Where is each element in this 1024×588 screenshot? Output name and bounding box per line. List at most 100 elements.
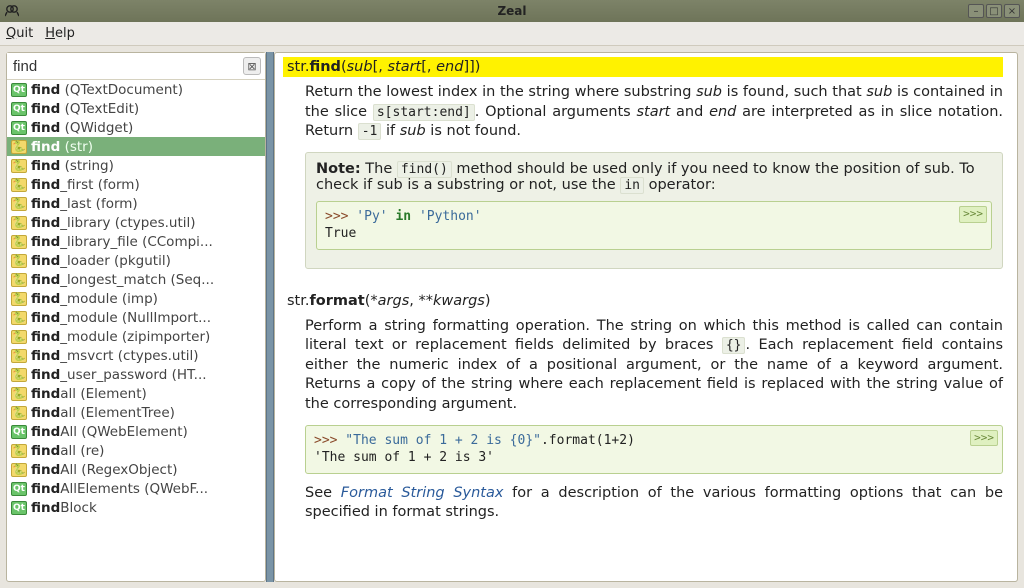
- python-icon: 🐍: [11, 330, 27, 344]
- signature-format: str.format(*args, **kwargs): [283, 291, 1003, 311]
- window-controls: – □ ×: [968, 4, 1020, 18]
- collapse-chevron[interactable]: >>>: [959, 206, 987, 223]
- window-title: Zeal: [0, 4, 1024, 18]
- code-slice: s[start:end]: [373, 104, 475, 121]
- python-icon: 🐍: [11, 463, 27, 477]
- result-item[interactable]: 🐍 find_module (NullImport...: [7, 308, 265, 327]
- app-body: ⊠ Qtfind (QTextDocument)Qtfind (QTextEdi…: [0, 46, 1024, 588]
- result-item[interactable]: 🐍 findAll (RegexObject): [7, 460, 265, 479]
- python-icon: 🐍: [11, 140, 27, 154]
- results-list: Qtfind (QTextDocument)Qtfind (QTextEdit)…: [7, 80, 265, 581]
- result-item[interactable]: 🐍 find (string): [7, 156, 265, 175]
- result-label: find (QWidget): [31, 120, 133, 136]
- result-item[interactable]: 🐍 find_msvcrt (ctypes.util): [7, 346, 265, 365]
- result-label: findAll (QWebElement): [31, 424, 188, 440]
- result-label: find_loader (pkgutil): [31, 253, 171, 269]
- result-label: findall (Element): [31, 386, 147, 402]
- code-neg1: -1: [358, 123, 382, 140]
- python-icon: 🐍: [11, 292, 27, 306]
- format-syntax-link[interactable]: Format String Syntax: [341, 485, 504, 501]
- qt-icon: Qt: [11, 102, 27, 116]
- result-item[interactable]: 🐍 find_longest_match (Seq...: [7, 270, 265, 289]
- result-label: find_module (NullImport...: [31, 310, 211, 326]
- result-label: find_last (form): [31, 196, 138, 212]
- result-item[interactable]: 🐍findall (re): [7, 441, 265, 460]
- app-icon: [4, 3, 20, 19]
- see-also: See Format String Syntax for a descripti…: [305, 484, 1003, 523]
- qt-icon: Qt: [11, 425, 27, 439]
- python-icon: 🐍: [11, 387, 27, 401]
- result-label: find_first (form): [31, 177, 140, 193]
- doc-panel: str.find(sub[, start[, end]]) Return the…: [274, 52, 1018, 582]
- search-input[interactable]: [7, 53, 265, 79]
- result-item[interactable]: 🐍 find_first (form): [7, 175, 265, 194]
- python-icon: 🐍: [11, 178, 27, 192]
- python-icon: 🐍: [11, 216, 27, 230]
- minimize-button[interactable]: –: [968, 4, 984, 18]
- python-icon: 🐍: [11, 311, 27, 325]
- splitter[interactable]: [266, 52, 274, 582]
- result-label: find_library_file (CCompi...: [31, 234, 213, 250]
- python-icon: 🐍: [11, 159, 27, 173]
- clear-search-icon[interactable]: ⊠: [243, 57, 261, 75]
- result-item[interactable]: Qt findBlock: [7, 498, 265, 517]
- result-label: findAllElements (QWebF...: [31, 481, 208, 497]
- result-item[interactable]: 🐍find_library (ctypes.util): [7, 213, 265, 232]
- result-label: findAll (RegexObject): [31, 462, 178, 478]
- result-label: find_module (zipimporter): [31, 329, 210, 345]
- qt-icon: Qt: [11, 121, 27, 135]
- result-label: find_user_password (HT...: [31, 367, 207, 383]
- code-example-2: >>>>>> "The sum of 1 + 2 is {0}".format(…: [305, 425, 1003, 474]
- note-label: Note:: [316, 161, 361, 177]
- result-label: find_module (imp): [31, 291, 158, 307]
- code-example-1: >>>>>> 'Py' in 'Python' True: [316, 201, 992, 250]
- maximize-button[interactable]: □: [986, 4, 1002, 18]
- result-label: find (QTextDocument): [31, 82, 183, 98]
- python-icon: 🐍: [11, 235, 27, 249]
- result-item[interactable]: 🐍 find_loader (pkgutil): [7, 251, 265, 270]
- result-label: findBlock: [31, 500, 97, 516]
- result-item[interactable]: 🐍 find_library_file (CCompi...: [7, 232, 265, 251]
- result-item[interactable]: Qt find (QTextEdit): [7, 99, 265, 118]
- qt-icon: Qt: [11, 501, 27, 515]
- desc-format: Perform a string formatting operation. T…: [305, 317, 1003, 415]
- menubar: Quit Help: [0, 22, 1024, 46]
- menu-help[interactable]: Help: [45, 26, 75, 41]
- result-label: find (str): [31, 139, 93, 155]
- close-button[interactable]: ×: [1004, 4, 1020, 18]
- result-label: find (QTextEdit): [31, 101, 139, 117]
- titlebar[interactable]: Zeal – □ ×: [0, 0, 1024, 22]
- result-item[interactable]: 🐍 find_user_password (HT...: [7, 365, 265, 384]
- result-item[interactable]: 🐍findall (ElementTree): [7, 403, 265, 422]
- result-item[interactable]: 🐍 find_module (imp): [7, 289, 265, 308]
- search-wrap: ⊠: [7, 53, 265, 80]
- result-label: findall (re): [31, 443, 104, 459]
- doc-scroll[interactable]: str.find(sub[, start[, end]]) Return the…: [275, 53, 1017, 581]
- signature-find: str.find(sub[, start[, end]]): [283, 57, 1003, 77]
- python-icon: 🐍: [11, 368, 27, 382]
- python-icon: 🐍: [11, 406, 27, 420]
- result-item[interactable]: Qt findAll (QWebElement): [7, 422, 265, 441]
- result-label: find_msvcrt (ctypes.util): [31, 348, 199, 364]
- app-window: Zeal – □ × Quit Help ⊠ Qtfind (QTextDocu…: [0, 0, 1024, 588]
- menu-quit[interactable]: Quit: [6, 26, 33, 41]
- collapse-chevron[interactable]: >>>: [970, 430, 998, 447]
- result-item[interactable]: 🐍 findall (Element): [7, 384, 265, 403]
- note-box: Note: The find() method should be used o…: [305, 152, 1003, 269]
- python-icon: 🐍: [11, 273, 27, 287]
- result-item[interactable]: Qtfind (QTextDocument): [7, 80, 265, 99]
- python-icon: 🐍: [11, 349, 27, 363]
- qt-icon: Qt: [11, 482, 27, 496]
- result-label: find (string): [31, 158, 114, 174]
- code-in: in: [620, 177, 644, 194]
- result-item[interactable]: 🐍 find (str): [7, 137, 265, 156]
- result-item[interactable]: Qt findAllElements (QWebF...: [7, 479, 265, 498]
- sidebar: ⊠ Qtfind (QTextDocument)Qtfind (QTextEdi…: [6, 52, 266, 582]
- result-item[interactable]: 🐍 find_module (zipimporter): [7, 327, 265, 346]
- result-item[interactable]: Qt find (QWidget): [7, 118, 265, 137]
- python-icon: 🐍: [11, 254, 27, 268]
- python-icon: 🐍: [11, 197, 27, 211]
- code-braces: {}: [722, 337, 746, 354]
- result-item[interactable]: 🐍 find_last (form): [7, 194, 265, 213]
- result-label: find_longest_match (Seq...: [31, 272, 214, 288]
